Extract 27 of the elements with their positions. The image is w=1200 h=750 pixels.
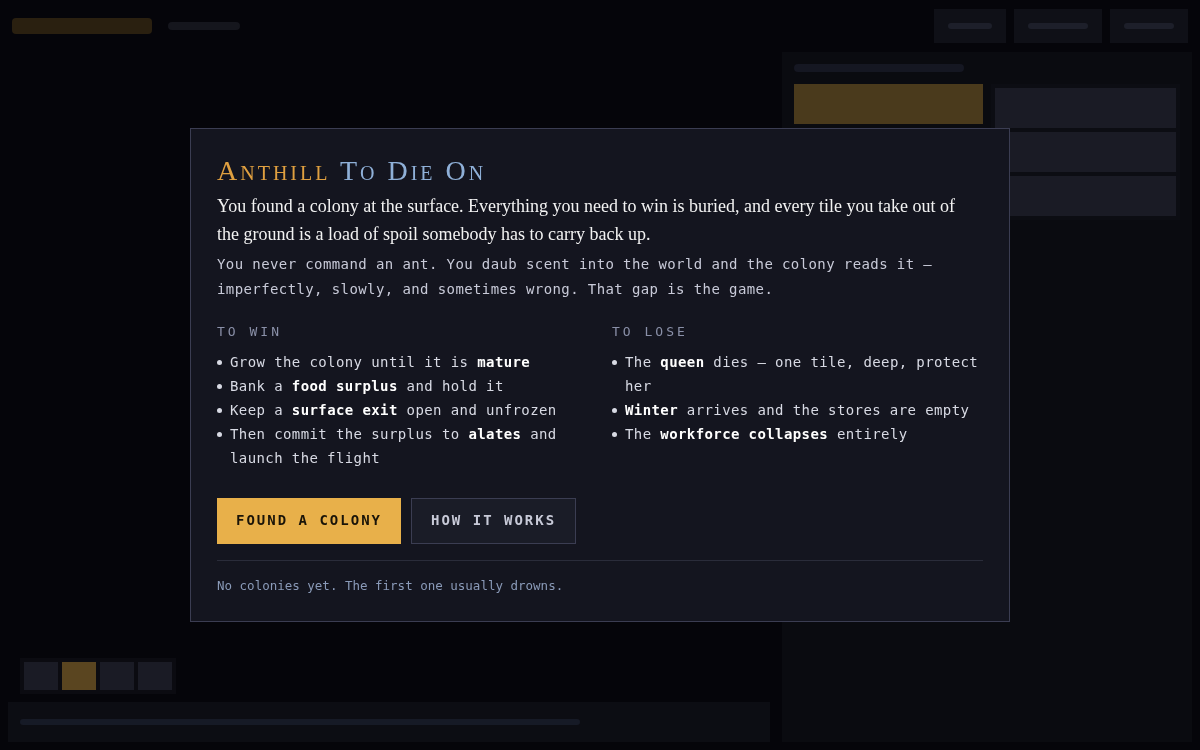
column-heading: TO LOSE bbox=[612, 323, 689, 342]
header-button[interactable] bbox=[1014, 9, 1102, 43]
list-item: Then commit the surplus to alates and launch the flight bbox=[230, 424, 558, 468]
found-colony-button[interactable]: FOUND A COLONY bbox=[217, 497, 401, 544]
footer-note: No colonies yet. The first one usually drowns. bbox=[217, 577, 564, 593]
column-heading: TO WIN bbox=[217, 323, 283, 342]
bullet-icon bbox=[612, 407, 617, 413]
list-item: Bank a food surplus and hold it bbox=[230, 376, 504, 396]
list-item: The workforce collapses entirely bbox=[625, 424, 908, 444]
bullet-icon bbox=[612, 359, 617, 365]
how-it-works-button[interactable]: HOW IT WORKS bbox=[411, 497, 577, 544]
dialog-title: Anthill To Die On bbox=[217, 154, 488, 189]
note-text: You never command an ant. You daub scent into the world and the colony reads it — imperfectly, slowly, and sometimes wrong. That gap is the game. bbox=[217, 255, 934, 300]
intro-text: You found a colony at the surface. Everything you need to win is buried, and every tile you take out of the ground is a load of spoil somebody has to carry back up. bbox=[217, 195, 956, 247]
bullet-icon bbox=[217, 431, 222, 437]
bullet-icon bbox=[217, 407, 222, 413]
speed-button[interactable] bbox=[62, 662, 96, 690]
header-button[interactable] bbox=[1110, 9, 1188, 43]
list-item: Winter arrives and the stores are empty bbox=[625, 400, 970, 420]
list-item: Keep a surface exit open and unfrozen bbox=[230, 400, 557, 420]
brush-option[interactable] bbox=[995, 88, 1176, 128]
header-button[interactable] bbox=[934, 9, 1006, 43]
bullet-icon bbox=[612, 431, 617, 437]
brush-option[interactable] bbox=[794, 84, 983, 124]
bullet-icon bbox=[217, 359, 222, 365]
list-item: Grow the colony until it is mature bbox=[230, 352, 531, 372]
bullet-icon bbox=[217, 383, 222, 389]
